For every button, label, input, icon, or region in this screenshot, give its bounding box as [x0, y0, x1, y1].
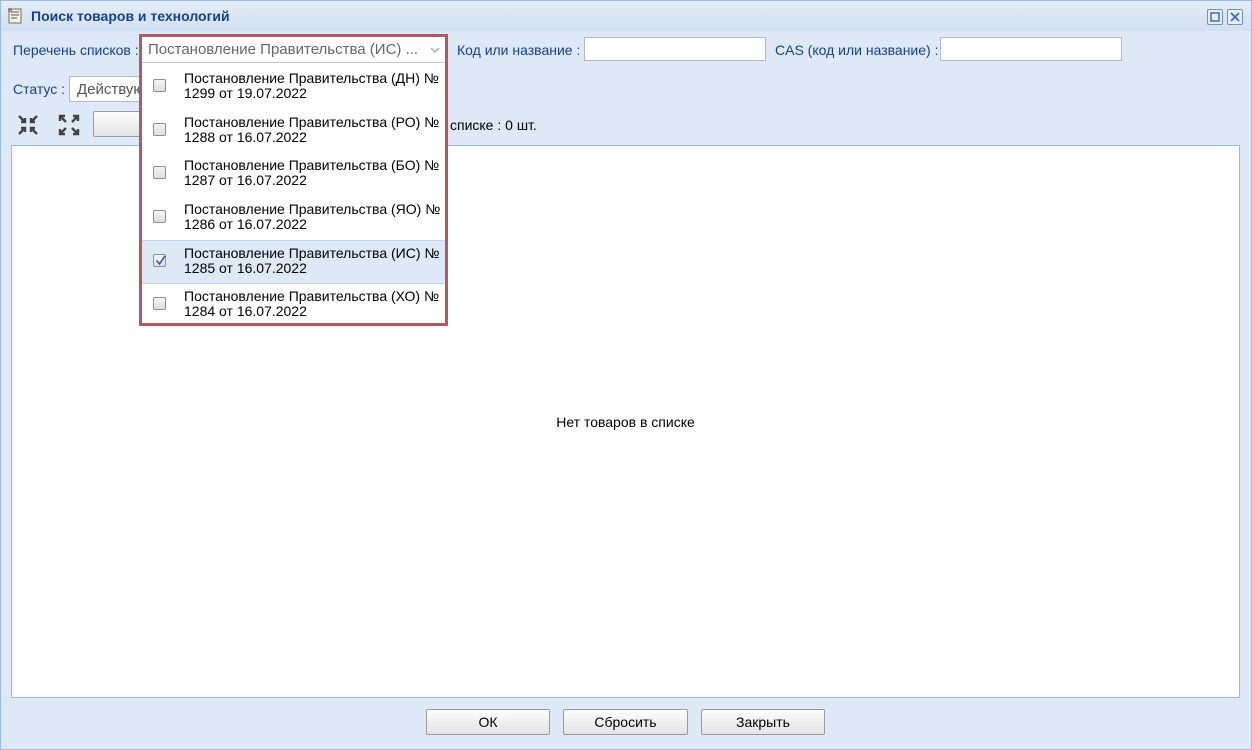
checkbox[interactable]: [153, 79, 166, 92]
close-icon[interactable]: [1227, 9, 1243, 25]
status-label: Статус :: [13, 81, 66, 97]
list-option[interactable]: Постановление Правительства (ЯО) № 1286 …: [142, 197, 445, 241]
list-option-label: Постановление Правительства (БО) № 1287 …: [184, 157, 440, 188]
checkbox[interactable]: [153, 296, 166, 310]
ok-button[interactable]: ОК: [426, 709, 550, 735]
list-options: Постановление Правительства (ДН) № 1299 …: [142, 66, 445, 327]
list-option-label: Постановление Правительства (ХО) № 1284 …: [184, 287, 440, 319]
checkbox[interactable]: [153, 254, 166, 267]
checkbox[interactable]: [153, 122, 166, 136]
list-select-value: Постановление Правительства (ИС) ...: [148, 41, 419, 58]
chevron-down-icon[interactable]: [428, 43, 442, 57]
checkbox[interactable]: [153, 166, 166, 179]
checkbox[interactable]: [153, 209, 166, 223]
list-option-label: Постановление Правительства (ЯО) № 1286 …: [184, 200, 441, 232]
list-option[interactable]: Постановление Правительства (РО) № 1288 …: [142, 110, 445, 154]
code-label: Код или название :: [457, 42, 581, 58]
collapse-all-icon[interactable]: [16, 113, 40, 137]
items-count: списке : 0 шт.: [450, 117, 537, 133]
list-select[interactable]: Постановление Правительства (ИС) ...: [142, 37, 445, 63]
cas-input[interactable]: [940, 37, 1122, 61]
title-bar[interactable]: Поиск товаров и технологий: [1, 1, 1251, 31]
maximize-icon[interactable]: [1207, 9, 1223, 25]
expand-all-icon[interactable]: [57, 113, 81, 137]
search-window: Поиск товаров и технологий Перечень спис…: [0, 0, 1252, 750]
list-option-label: Постановление Правительства (РО) № 1288 …: [184, 113, 440, 145]
close-button[interactable]: Закрыть: [701, 709, 825, 735]
window-title: Поиск товаров и технологий: [31, 8, 230, 24]
status-combo[interactable]: Действую: [69, 76, 149, 102]
list-select-dropdown[interactable]: Постановление Правительства (ИС) ... Пос…: [139, 34, 448, 326]
cas-label: CAS (код или название) :: [775, 42, 939, 58]
list-option[interactable]: Постановление Правительства (ХО) № 1284 …: [142, 284, 445, 328]
code-input[interactable]: [584, 37, 766, 61]
list-option[interactable]: Постановление Правительства (ДН) № 1299 …: [142, 66, 445, 110]
status-value: Действую: [77, 81, 145, 98]
list-option-label: Постановление Правительства (ДН) № 1299 …: [184, 70, 439, 101]
list-option[interactable]: Постановление Правительства (ИС) № 1285 …: [142, 240, 445, 284]
list-option[interactable]: Постановление Правительства (БО) № 1287 …: [142, 153, 445, 197]
list-option-label: Постановление Правительства (ИС) № 1285 …: [184, 245, 440, 276]
empty-message: Нет товаров в списке: [556, 414, 695, 430]
reset-button[interactable]: Сбросить: [563, 709, 688, 735]
document-icon: [8, 8, 22, 24]
list-label: Перечень списков :: [13, 42, 139, 58]
